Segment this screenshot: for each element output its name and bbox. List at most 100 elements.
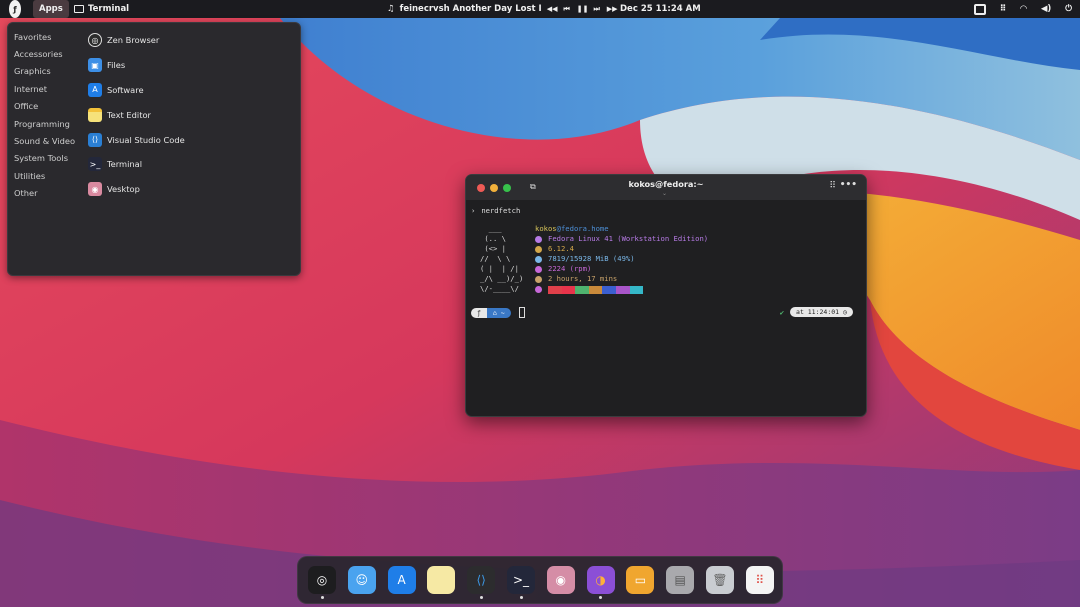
color-swatch [548, 285, 562, 294]
clock[interactable]: Dec 25 11:24 AM [620, 0, 701, 18]
app-menu-label: Software [107, 84, 144, 95]
category-item[interactable]: Graphics [14, 63, 75, 80]
app-menu-label: Vesktop [107, 184, 140, 195]
app-menu-item[interactable]: >_ Terminal [88, 152, 185, 177]
home-icon: ⌂ [492, 308, 501, 317]
prompt-dir: ~ [500, 308, 505, 317]
previous-track-icon[interactable]: ⏮ [562, 5, 572, 14]
prompt-time: at 11:24:01 [796, 308, 840, 316]
nerdfetch-info: kokos@fedora.home Fedora Linux 41 (Works… [535, 224, 708, 295]
wifi-icon[interactable]: ◠ [1020, 4, 1027, 14]
info-line: 7819/15928 MiB (49%) [535, 254, 708, 264]
running-indicator [479, 596, 483, 599]
terminal-window: ⧉ kokos@fedora:~ ⌄ ⠿ ••• › nerdfetch ___… [465, 174, 867, 417]
grid-icon[interactable]: ⠿ [1000, 4, 1007, 14]
zen-browser-icon[interactable]: ◎ [308, 566, 336, 594]
app-store-icon: A [88, 82, 102, 97]
terminal-titlebar[interactable]: ⧉ kokos@fedora:~ ⌄ ⠿ ••• [466, 175, 866, 200]
drive-icon[interactable]: ▭ [626, 566, 655, 594]
info-bullet-icon [535, 265, 542, 273]
command-text: nerdfetch [481, 206, 521, 215]
color-swatch [602, 285, 616, 294]
app-menu-item[interactable]: Text Editor [88, 102, 185, 127]
fedora-logo-icon[interactable]: ƒ [9, 0, 21, 18]
category-item[interactable]: Other [14, 185, 75, 202]
app-menu-label: Zen Browser [107, 35, 160, 46]
vesktop-icon: ◉ [88, 182, 102, 197]
color-swatch [561, 285, 576, 294]
vesktop-icon[interactable]: ◉ [546, 566, 575, 594]
vscode-icon[interactable]: ⟨⟩ [467, 566, 496, 594]
pause-icon[interactable]: ❚❚ [577, 5, 589, 13]
info-line: 6.12.4 [535, 244, 708, 254]
app-menu-label: Text Editor [107, 109, 151, 120]
color-swatch [575, 285, 589, 294]
app-menu-item[interactable]: ▣ Files [88, 53, 185, 78]
info-line: Fedora Linux 41 (Workstation Edition) [535, 234, 708, 244]
app-store-icon[interactable]: A [387, 566, 416, 594]
running-indicator [519, 596, 523, 599]
finder-icon[interactable]: ☺ [347, 566, 376, 594]
app-list: ◎ Zen Browser ▣ Files A Software Text Editor ⟨⟩… [88, 28, 185, 202]
app-menu-item[interactable]: ◉ Vesktop [88, 177, 185, 202]
notes-icon[interactable] [427, 566, 456, 594]
ascii-art: ___ (.. \ (<> | // \ \ ( | | /| _/\ __)/… [480, 224, 524, 293]
fedora-prompt-icon: ƒ [471, 307, 487, 318]
system-tray: ⠿ ◠ ◀) ⏻ [973, 0, 1072, 18]
category-item[interactable]: Office [14, 98, 75, 115]
running-indicator [320, 596, 324, 599]
more-options-icon[interactable]: ••• [840, 180, 857, 190]
user-host-line: kokos@fedora.home [535, 224, 708, 234]
terminal-tray-icon[interactable] [973, 3, 986, 15]
cursor [518, 307, 525, 318]
info-text: Fedora Linux 41 (Workstation Edition) [548, 234, 709, 244]
active-app-label: Terminal [88, 4, 130, 14]
hostname: @fedora.home [556, 224, 609, 233]
app-menu-item[interactable]: A Software [88, 78, 185, 103]
category-list: Favorites Accessories Graphics Internet Offi… [14, 28, 75, 202]
info-text: 2224 (rpm) [548, 264, 592, 274]
grid-icon[interactable]: ⠿ [829, 181, 836, 191]
color-swatches [548, 285, 644, 294]
music-note-icon: ♫ [387, 4, 395, 14]
active-app-indicator[interactable]: Terminal [74, 0, 129, 18]
color-swatch [629, 285, 644, 294]
terminal-title: kokos@fedora:~ [628, 179, 704, 189]
app-grid-icon[interactable]: ⠿ [745, 566, 774, 594]
info-text: 7819/15928 MiB (49%) [548, 254, 635, 264]
category-item[interactable]: Sound & Video [14, 132, 75, 149]
volume-icon[interactable]: ◀) [1041, 4, 1051, 14]
color-swatch [588, 285, 603, 294]
top-bar: ƒ Apps Terminal ♫ feinecrvsh Another Day… [0, 0, 1080, 18]
category-item[interactable]: Utilities [14, 167, 75, 184]
apps-menu-button[interactable]: Apps [33, 0, 69, 18]
category-item[interactable]: Programming [14, 115, 75, 132]
category-item[interactable]: System Tools [14, 150, 75, 167]
clock-icon: ◷ [843, 308, 847, 316]
terminal-icon[interactable]: >_ [507, 566, 535, 594]
info-text: 2 hours, 17 mins [548, 274, 618, 284]
window-icon [74, 5, 84, 13]
category-item[interactable]: Favorites [14, 28, 75, 45]
zen-browser-icon: ◎ [88, 33, 102, 48]
disk-icon[interactable]: ▤ [666, 566, 695, 594]
seek-forward-icon[interactable]: ▶▶ [607, 5, 618, 13]
color-swatch [615, 285, 630, 294]
category-item[interactable]: Internet [14, 80, 75, 97]
firefox-icon[interactable]: ◑ [586, 566, 615, 594]
now-playing-label[interactable]: feinecrvsh Another Day Lost I [400, 4, 542, 14]
chevron-down-icon[interactable]: ⌄ [662, 190, 667, 197]
info-line: 2 hours, 17 mins [535, 274, 708, 284]
running-indicator [599, 596, 603, 599]
category-item[interactable]: Accessories [14, 45, 75, 62]
trash-icon[interactable]: 🗑 [706, 566, 734, 594]
palette-icon [535, 286, 542, 294]
seek-back-icon[interactable]: ◀◀ [547, 5, 558, 13]
app-menu-item[interactable]: ◎ Zen Browser [88, 28, 185, 53]
power-icon[interactable]: ⏻ [1065, 4, 1072, 14]
app-menu-item[interactable]: ⟨⟩ Visual Studio Code [88, 127, 185, 152]
color-swatch-row [535, 285, 708, 295]
terminal-icon: >_ [88, 157, 102, 172]
next-track-icon[interactable]: ⏭ [592, 5, 602, 14]
apps-menu: Favorites Accessories Graphics Internet Offi… [7, 22, 301, 276]
